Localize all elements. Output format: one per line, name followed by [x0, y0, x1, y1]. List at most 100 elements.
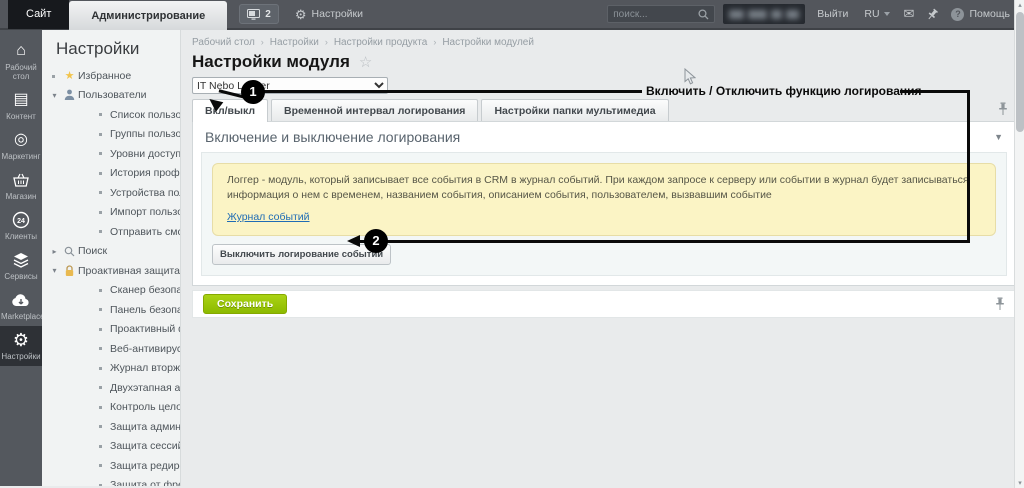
sidebar-item-sms-passwords[interactable]: Отправить смс с паролями [42, 222, 180, 242]
rail-item-marketing[interactable]: ◎ Маркетинг [0, 126, 42, 166]
language-selector[interactable]: RU [864, 8, 890, 20]
star-icon: ★ [64, 70, 75, 83]
sidebar-item-redirect-protection[interactable]: Защита редиректов [42, 456, 180, 476]
cloud-download-icon [12, 293, 29, 306]
tab-multimedia-folder[interactable]: Настройки папки мультимедиа [481, 99, 669, 121]
sidebar-item-proactive-filter[interactable]: Проактивный фильтр [42, 320, 180, 340]
breadcrumb-settings[interactable]: Настройки [270, 37, 319, 48]
rail-item-content[interactable]: ▤ Контент [0, 86, 42, 126]
search-icon[interactable] [698, 8, 709, 20]
sidebar-item-user-import[interactable]: Импорт пользователей [42, 203, 180, 223]
disable-logging-button[interactable]: Выключить логирование событий [212, 244, 392, 265]
pin-icon[interactable] [995, 297, 1005, 311]
page-title: Настройки модуля [192, 52, 350, 71]
annotation-arrowhead-button [347, 235, 360, 247]
breadcrumb-sep-icon: › [324, 37, 328, 47]
admin-screen: Сайт Администрирование 2 ⚙ Настройки Вый… [0, 0, 1024, 488]
layers-icon [13, 253, 29, 268]
house-icon: ⌂ [16, 42, 26, 59]
breadcrumb-desktop[interactable]: Рабочий стол [192, 37, 255, 48]
rail-item-settings[interactable]: ⚙ Настройки [0, 326, 42, 366]
tab-site[interactable]: Сайт [8, 0, 70, 29]
sidebar-item-session-protection[interactable]: Защита сессий [42, 437, 180, 457]
sidebar-item-security-scanner[interactable]: Сканер безопасности [42, 281, 180, 301]
search-box [607, 5, 716, 23]
module-tabs: Вкл/выкл Временной интервал логирования … [192, 99, 1016, 122]
settings-panel: Включение и выключение логирования ▼ Лог… [192, 121, 1016, 286]
annotation-line-top-left [263, 90, 642, 93]
rail-item-services[interactable]: Сервисы [0, 246, 42, 286]
module-rail: ⌂ Рабочий стол ▤ Контент ◎ Маркетинг Маг… [0, 30, 45, 486]
settings-quick-link[interactable]: ⚙ Настройки [295, 8, 363, 21]
basket-icon [13, 173, 29, 187]
logging-panel: Логгер - модуль, который записывает все … [201, 152, 1007, 276]
sidebar-item-integrity-control[interactable]: Контроль целостности [42, 398, 180, 418]
sidebar-title: Настройки [56, 39, 140, 58]
help-button[interactable]: ? Помощь [951, 7, 1010, 21]
search-icon [64, 246, 75, 257]
event-log-link[interactable]: Журнал событий [227, 210, 310, 225]
favorite-star-icon[interactable]: ☆ [359, 53, 372, 71]
scrollbar-thumb[interactable] [1016, 12, 1024, 132]
caret-down-icon: ▾ [52, 266, 57, 276]
rail-item-shop[interactable]: Магазин [0, 166, 42, 206]
sidebar-item-access-levels[interactable]: Уровни доступа [42, 144, 180, 164]
sidebar-item-security-panel[interactable]: Панель безопасности [42, 300, 180, 320]
page-body: ⌂ Рабочий стол ▤ Контент ◎ Маркетинг Маг… [0, 30, 1024, 486]
envelope-icon[interactable]: ✉ [904, 6, 915, 22]
breadcrumb-module-settings[interactable]: Настройки модулей [442, 37, 534, 48]
logout-link[interactable]: Выйти [817, 8, 848, 20]
sidebar-item-two-step-auth[interactable]: Двухэтапная авторизация [42, 378, 180, 398]
sidebar-item-profile-history[interactable]: История профилей [42, 164, 180, 184]
gear-icon: ⚙ [12, 330, 30, 350]
sidebar-item-frame-protection[interactable]: Защита от фреймов [42, 476, 180, 486]
tab-administration[interactable]: Администрирование [69, 1, 228, 30]
scroll-down-icon[interactable]: ▾ [1015, 479, 1024, 487]
caret-right-icon: ▸ [52, 246, 57, 256]
page-scrollbar[interactable]: ▴ ▾ [1014, 0, 1024, 488]
sidebar-item-favorites[interactable]: ★ Избранное [42, 66, 180, 86]
notifications-count: 2 [265, 8, 271, 20]
save-button[interactable]: Сохранить [203, 294, 288, 314]
section-title: Включение и выключение логирования [205, 129, 461, 145]
user-name-redacted[interactable] [723, 4, 806, 24]
sidebar-item-user-list[interactable]: Список пользователей [42, 105, 180, 125]
sidebar-item-users[interactable]: ▾ Пользователи [42, 86, 180, 106]
settings-sidebar: Настройки ★ Избранное ▾ Пользователи Спи… [42, 30, 181, 486]
sidebar-item-proactive-protection[interactable]: ▾ Проактивная защита [42, 261, 180, 281]
monitor-icon [247, 8, 261, 20]
pin-icon[interactable] [926, 8, 939, 21]
scroll-up-icon[interactable]: ▴ [1015, 1, 1024, 9]
info-text: Логгер - модуль, который записывает все … [227, 174, 969, 201]
bullet-icon [51, 75, 55, 79]
rail-item-marketplace[interactable]: Marketplace [0, 286, 45, 326]
sidebar-item-intrusion-log[interactable]: Журнал вторжений [42, 359, 180, 379]
target-icon: ◎ [14, 131, 28, 148]
sidebar-item-user-groups[interactable]: Группы пользователей [42, 125, 180, 145]
tab-logging-interval[interactable]: Временной интервал логирования [271, 99, 479, 121]
breadcrumb-product-settings[interactable]: Настройки продукта [334, 37, 427, 48]
sidebar-item-user-devices[interactable]: Устройства пользователей [42, 183, 180, 203]
sidebar-item-web-antivirus[interactable]: Веб-антивирус [42, 339, 180, 359]
sidebar-item-admin-section-protection[interactable]: Защита административного ра [42, 417, 180, 437]
rail-item-desktop[interactable]: ⌂ Рабочий стол [0, 37, 42, 86]
collapse-chevron-icon[interactable]: ▼ [994, 132, 1003, 142]
lock-icon [65, 265, 74, 276]
document-icon: ▤ [13, 91, 29, 108]
info-note: Логгер - модуль, который записывает все … [212, 163, 996, 236]
breadcrumb-sep-icon: › [433, 37, 437, 47]
annotation-step-1: 1 [241, 80, 265, 104]
question-icon: ? [951, 7, 965, 21]
user-icon [64, 89, 75, 101]
annotation-line-vertical [967, 90, 970, 243]
caret-down-icon: ▾ [52, 90, 57, 100]
badge-24-icon: 24 [12, 211, 30, 229]
notifications-button[interactable]: 2 [239, 4, 279, 24]
search-input[interactable] [613, 8, 699, 20]
annotation-step-2: 2 [364, 229, 388, 253]
rail-item-clients[interactable]: 24 Клиенты [0, 206, 42, 246]
sidebar-item-search[interactable]: ▸ Поиск [42, 242, 180, 262]
breadcrumb: Рабочий стол › Настройки › Настройки про… [192, 36, 1016, 48]
annotation-label: Включить / Отключить функцию логирования [646, 84, 922, 98]
chevron-down-icon [883, 12, 890, 16]
